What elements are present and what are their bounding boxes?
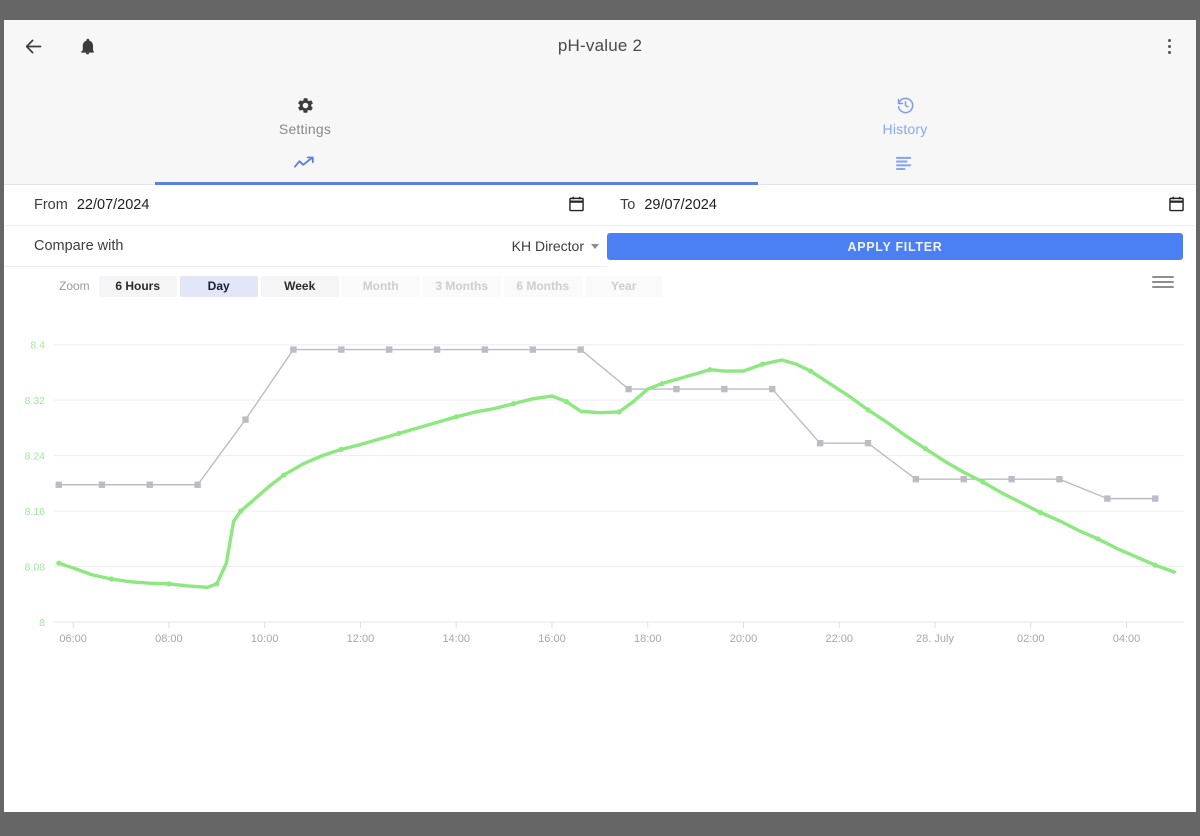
svg-text:06:00: 06:00	[59, 633, 87, 645]
calendar-icon[interactable]	[569, 196, 584, 217]
svg-text:16:00: 16:00	[538, 633, 566, 645]
svg-text:14:00: 14:00	[442, 633, 470, 645]
hamburger-menu-icon[interactable]	[1152, 276, 1174, 288]
trend-line-icon	[294, 152, 316, 174]
history-clock-icon	[896, 94, 915, 116]
svg-text:12:00: 12:00	[347, 633, 375, 645]
zoom-button-week[interactable]: Week	[260, 275, 339, 297]
zoom-button-3-months[interactable]: 3 Months	[422, 275, 501, 297]
to-label: To	[620, 197, 636, 213]
filter-panel: From 22/07/2024 To 29/07/2024 Compare wi…	[4, 185, 1196, 267]
to-date-value: 29/07/2024	[644, 197, 717, 213]
zoom-button-day[interactable]: Day	[179, 275, 258, 297]
app-bar-left-actions	[4, 29, 104, 63]
apply-filter-button[interactable]: APPLY FILTER	[607, 233, 1183, 260]
page-title: pH-value 2	[557, 36, 643, 55]
calendar-icon[interactable]	[1169, 196, 1184, 217]
to-date-field[interactable]: To 29/07/2024	[604, 185, 1196, 226]
compare-with-value: KH Director	[511, 238, 584, 254]
gear-icon	[296, 94, 315, 116]
svg-text:8: 8	[39, 617, 45, 629]
compare-with-select[interactable]: KH Director	[512, 238, 599, 254]
svg-text:02:00: 02:00	[1017, 633, 1045, 645]
chevron-down-icon	[591, 243, 599, 249]
app-container: pH-value 2 Settings History From 22/07/2…	[4, 20, 1196, 812]
zoom-button-6-hours[interactable]: 6 Hours	[98, 275, 177, 297]
svg-text:22:00: 22:00	[825, 633, 853, 645]
svg-text:08:00: 08:00	[155, 633, 183, 645]
from-date-value: 22/07/2024	[76, 197, 150, 213]
more-vertical-icon[interactable]	[1154, 29, 1184, 63]
ph-history-line-chart[interactable]: 8.4 8.32 8.24 8.16 8.08 8 06:00 08:00 10:00 12:00…	[4, 305, 1196, 725]
zoom-button-6-months[interactable]: 6 Months	[503, 275, 582, 297]
date-range-row: From 22/07/2024 To 29/07/2024	[4, 185, 1196, 226]
window-chrome-bottom	[0, 812, 1200, 836]
svg-text:8.4: 8.4	[30, 340, 45, 352]
zoom-button-year[interactable]: Year	[584, 275, 663, 297]
svg-text:18:00: 18:00	[634, 633, 662, 645]
tab-settings[interactable]: Settings	[155, 72, 758, 185]
tab-history[interactable]: History	[755, 72, 1055, 184]
compare-with-field: Compare with KH Director	[4, 226, 607, 267]
back-arrow-icon[interactable]	[16, 29, 50, 63]
zoom-label: Zoom	[59, 279, 90, 293]
svg-text:04:00: 04:00	[1113, 633, 1141, 645]
svg-text:8.08: 8.08	[25, 562, 46, 574]
svg-text:10:00: 10:00	[251, 633, 279, 645]
compare-with-label: Compare with	[34, 238, 124, 254]
chart-zoom-toolbar: Zoom 6 Hours Day Week Month 3 Months 6 M…	[4, 267, 1196, 305]
svg-text:28. July: 28. July	[916, 633, 954, 645]
chart-area: 8.4 8.32 8.24 8.16 8.08 8 06:00 08:00 10:00 12:00…	[4, 305, 1196, 725]
svg-text:20:00: 20:00	[730, 633, 758, 645]
window-chrome-top	[0, 0, 1200, 20]
from-label: From	[34, 197, 68, 213]
tab-history-label: History	[882, 121, 928, 137]
app-bar: pH-value 2	[4, 20, 1196, 72]
from-date-field[interactable]: From 22/07/2024	[4, 185, 604, 226]
zoom-button-month[interactable]: Month	[341, 275, 420, 297]
list-icon	[895, 152, 915, 174]
notification-bell-icon[interactable]	[70, 29, 104, 63]
window-chrome-right	[1196, 20, 1200, 812]
compare-row: Compare with KH Director APPLY FILTER	[4, 226, 1196, 267]
svg-text:8.24: 8.24	[25, 451, 46, 463]
svg-text:8.32: 8.32	[25, 395, 46, 407]
tab-settings-label: Settings	[278, 121, 332, 137]
svg-text:8.16: 8.16	[25, 506, 46, 518]
tab-bar: Settings History	[4, 72, 1196, 185]
